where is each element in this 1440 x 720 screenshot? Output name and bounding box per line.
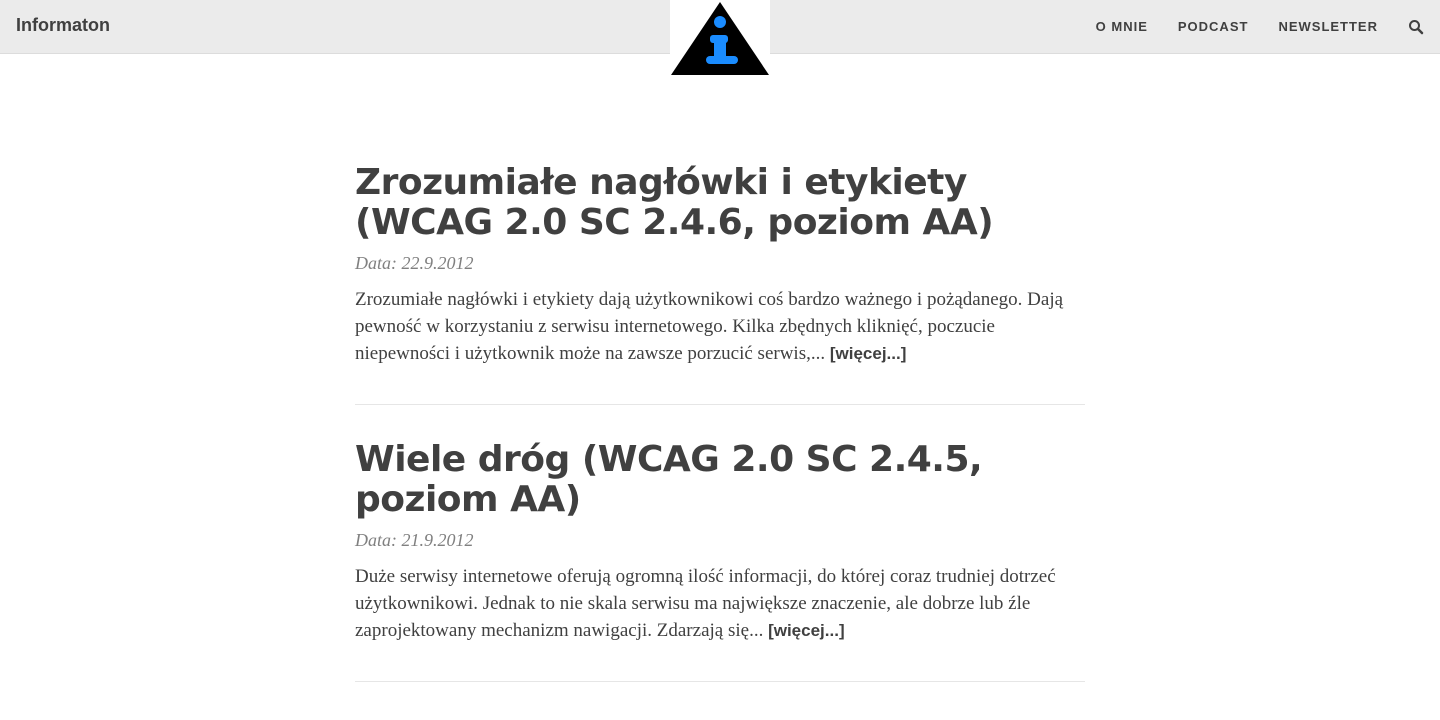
post-title-link[interactable]: Wiele dróg (WCAG 2.0 SC 2.4.5, poziom AA…	[355, 440, 1085, 520]
nav-item-newsletter[interactable]: NEWSLETTER	[1278, 19, 1378, 34]
read-more-link[interactable]: [więcej...]	[768, 621, 845, 640]
post-title-link[interactable]: Zrozumiałe nagłówki i etykiety (WCAG 2.0…	[355, 163, 1085, 243]
post-excerpt: Zrozumiałe nagłówki i etykiety dają użyt…	[355, 286, 1085, 367]
read-more-link[interactable]: [więcej...]	[830, 344, 907, 363]
search-button[interactable]	[1408, 19, 1424, 35]
search-icon	[1409, 19, 1424, 34]
nav-item-o-mnie[interactable]: O MNIE	[1096, 19, 1148, 34]
post-date: Data: 22.9.2012	[355, 253, 474, 273]
site-brand-link[interactable]: Informaton	[16, 15, 110, 36]
post-excerpt: Duże serwisy internetowe oferują ogromną…	[355, 563, 1085, 644]
navbar: Informaton O MNIE PODCAST NEWSLETTER	[0, 0, 1440, 78]
post-list: Zrozumiałe nagłówki i etykiety (WCAG 2.0…	[355, 163, 1085, 717]
nav-item-podcast[interactable]: PODCAST	[1178, 19, 1249, 34]
site-logo[interactable]	[670, 0, 770, 78]
post-excerpt-text: Duże serwisy internetowe oferują ogromną…	[355, 566, 1056, 641]
post-preview: Zrozumiałe nagłówki i etykiety (WCAG 2.0…	[355, 163, 1085, 405]
info-triangle-icon	[671, 2, 769, 75]
post-date: Data: 21.9.2012	[355, 530, 474, 550]
post-excerpt-text: Zrozumiałe nagłówki i etykiety dają użyt…	[355, 289, 1064, 364]
post-preview: Wiele dróg (WCAG 2.0 SC 2.4.5, poziom AA…	[355, 440, 1085, 682]
main-nav: O MNIE PODCAST NEWSLETTER	[1096, 0, 1440, 53]
